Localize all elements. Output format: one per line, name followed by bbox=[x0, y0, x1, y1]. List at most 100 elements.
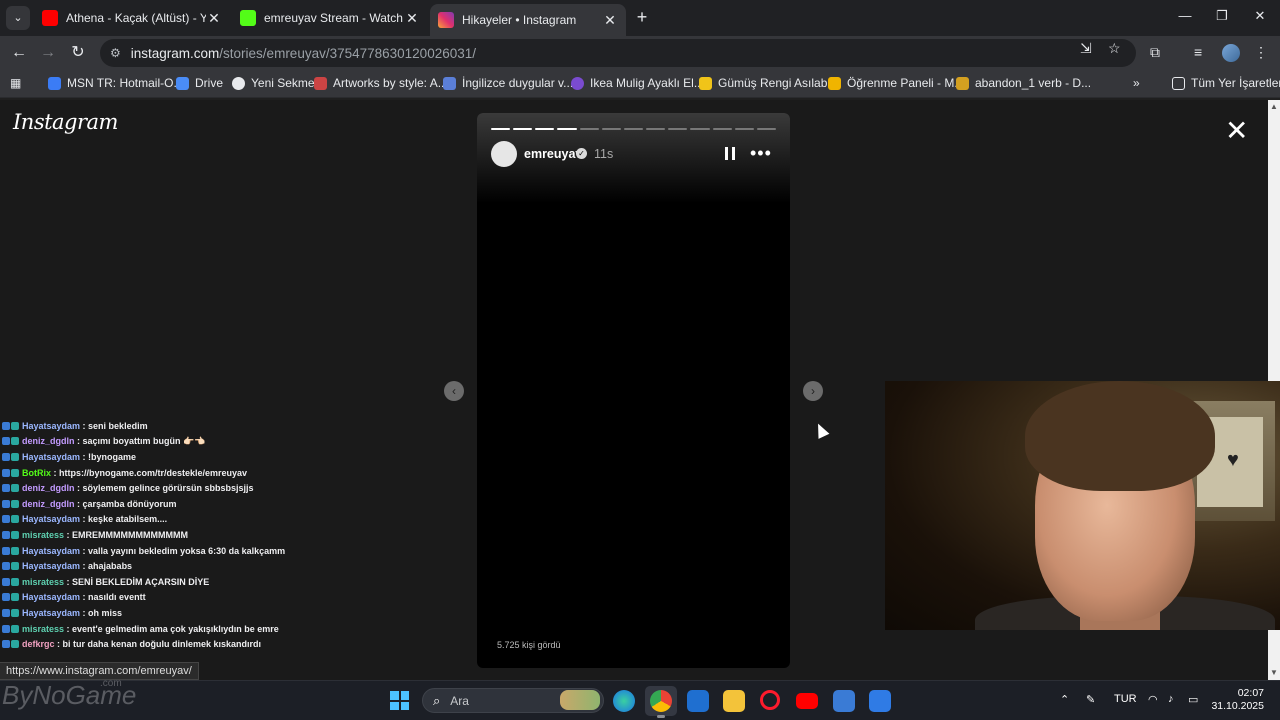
bookmark-label: Artworks by style: A... bbox=[333, 76, 448, 90]
bookmark-item[interactable]: Öğrenme Paneli - M... bbox=[828, 76, 964, 90]
previous-story-button[interactable]: ‹ bbox=[444, 381, 464, 401]
youtube-icon bbox=[42, 10, 58, 26]
chat-username[interactable]: deniz_dgdln bbox=[22, 499, 75, 509]
pen-icon[interactable]: ✎ bbox=[1086, 693, 1095, 706]
chat-message: deniz_dgdln : söylemem gelince görürsün … bbox=[2, 480, 332, 496]
chat-username[interactable]: deniz_dgdln bbox=[22, 483, 75, 493]
back-button[interactable]: ← bbox=[8, 42, 30, 64]
pause-icon[interactable] bbox=[725, 147, 735, 160]
address-bar[interactable]: ⚙ instagram.com/stories/emreuyav/3754778… bbox=[100, 39, 1136, 67]
bookmark-item[interactable]: Yeni Sekme bbox=[232, 76, 315, 90]
battery-icon[interactable]: ▭ bbox=[1188, 693, 1198, 706]
story-progress-segment bbox=[601, 128, 621, 130]
wifi-icon[interactable]: ◠ bbox=[1148, 693, 1158, 706]
chat-username[interactable]: Hayatsaydam bbox=[22, 546, 80, 556]
volume-icon[interactable]: ♪ bbox=[1168, 693, 1174, 705]
chat-username[interactable]: Hayatsaydam bbox=[22, 421, 80, 431]
mail-icon[interactable] bbox=[869, 690, 891, 712]
edge-icon[interactable] bbox=[613, 690, 635, 712]
chat-separator: : bbox=[80, 545, 89, 556]
bookmarks-overflow-button[interactable]: » bbox=[1133, 76, 1140, 90]
all-bookmarks[interactable]: Tüm Yer İşaretleri bbox=[1172, 76, 1280, 90]
instagram-logo[interactable]: Instagram bbox=[13, 110, 118, 134]
search-highlight-image[interactable] bbox=[560, 690, 600, 710]
chat-username[interactable]: misratess bbox=[22, 624, 64, 634]
bookmark-item[interactable]: Ikea Mulig Ayaklı El... bbox=[571, 76, 704, 90]
scroll-down-icon[interactable]: ▼ bbox=[1270, 668, 1278, 677]
chat-badge-icon bbox=[11, 562, 19, 571]
chat-badge-icon bbox=[11, 593, 19, 602]
bookmark-item[interactable]: Gümüş Rengi Asılab... bbox=[699, 76, 837, 90]
chrome-icon[interactable] bbox=[650, 690, 672, 712]
more-options-icon[interactable]: ••• bbox=[750, 143, 772, 164]
close-tab-icon[interactable]: ✕ bbox=[404, 10, 420, 27]
chat-username[interactable]: defkrgc bbox=[22, 639, 55, 649]
install-app-icon[interactable]: ⇲ bbox=[1080, 40, 1092, 57]
close-window-button[interactable]: ✕ bbox=[1250, 8, 1270, 28]
tab-kick[interactable]: emreuyav Stream - Watch Live on Kick ✕ bbox=[232, 4, 428, 32]
scroll-up-icon[interactable]: ▲ bbox=[1270, 102, 1278, 111]
store-icon[interactable] bbox=[833, 690, 855, 712]
chat-badge-icon bbox=[11, 515, 19, 524]
bookmark-item[interactable]: İngilizce duygular v... bbox=[443, 76, 573, 90]
msn-icon bbox=[48, 76, 61, 90]
chat-username[interactable]: Hayatsaydam bbox=[22, 514, 80, 524]
windows-start-icon[interactable] bbox=[390, 691, 409, 710]
extensions-icon[interactable]: ⧉ bbox=[1150, 44, 1160, 61]
viewer-count[interactable]: 5.725 kişi gördü bbox=[497, 640, 561, 650]
folder-icon bbox=[1172, 76, 1185, 90]
chat-message: Hayatsaydam : ahajababs bbox=[2, 558, 332, 574]
story-progress-segment bbox=[623, 128, 644, 130]
tab-youtube[interactable]: Athena - Kaçak (Altüst) - YouTube ✕ bbox=[34, 4, 230, 32]
site-info-icon[interactable]: ⚙ bbox=[110, 46, 121, 60]
chat-badge-icon bbox=[2, 452, 10, 461]
drive-icon bbox=[176, 76, 189, 90]
story-viewer[interactable]: emreuyav ✓ 11s ••• 5.725 kişi gördü bbox=[477, 113, 790, 668]
opera-icon[interactable] bbox=[760, 690, 780, 710]
chat-username[interactable]: Hayatsaydam bbox=[22, 561, 80, 571]
outlook-icon[interactable] bbox=[687, 690, 709, 712]
forward-button[interactable]: → bbox=[37, 42, 59, 64]
chat-username[interactable]: Hayatsaydam bbox=[22, 452, 80, 462]
bookmark-item[interactable]: Artworks by style: A... bbox=[314, 76, 448, 90]
chat-badge-icon bbox=[11, 484, 19, 493]
close-tab-icon[interactable]: ✕ bbox=[206, 10, 222, 27]
youtube-icon[interactable] bbox=[796, 693, 818, 709]
avatar[interactable] bbox=[491, 141, 517, 167]
profile-avatar[interactable] bbox=[1222, 44, 1240, 62]
tray-overflow-icon[interactable]: ⌃ bbox=[1060, 693, 1069, 706]
next-story-button[interactable]: › bbox=[803, 381, 823, 401]
chat-text: keşke atabilsem.... bbox=[88, 514, 168, 525]
chat-username[interactable]: BotRix bbox=[22, 468, 51, 478]
tab-title: emreuyav Stream - Watch Live on Kick bbox=[264, 11, 404, 25]
media-control-icon[interactable]: ≡ bbox=[1194, 44, 1202, 60]
minimize-button[interactable]: — bbox=[1175, 8, 1195, 28]
tab-search-chevron-icon[interactable]: ⌄ bbox=[6, 6, 30, 30]
chat-username[interactable]: Hayatsaydam bbox=[22, 592, 80, 602]
close-tab-icon[interactable]: ✕ bbox=[602, 12, 618, 29]
tab-instagram[interactable]: Hikayeler • Instagram ✕ bbox=[430, 4, 626, 36]
chat-username[interactable]: Hayatsaydam bbox=[22, 608, 80, 618]
chat-username[interactable]: misratess bbox=[22, 577, 64, 587]
reload-button[interactable]: ↻ bbox=[67, 42, 89, 64]
chat-badge-icon bbox=[11, 624, 19, 633]
apps-icon[interactable]: ▦ bbox=[10, 76, 21, 90]
bookmark-label: Ikea Mulig Ayaklı El... bbox=[590, 76, 704, 90]
chat-separator: : bbox=[64, 576, 73, 587]
menu-icon[interactable]: ⋮ bbox=[1254, 44, 1268, 61]
bookmark-star-icon[interactable]: ☆ bbox=[1108, 40, 1121, 57]
clock[interactable]: 02:07 31.10.2025 bbox=[1210, 687, 1264, 713]
language-indicator[interactable]: TUR bbox=[1114, 693, 1137, 705]
chat-username[interactable]: deniz_dgdln bbox=[22, 436, 75, 446]
new-tab-button[interactable]: + bbox=[632, 6, 652, 30]
restore-button[interactable]: ❐ bbox=[1212, 8, 1232, 28]
chat-badge-icon bbox=[2, 515, 10, 524]
chat-username[interactable]: misratess bbox=[22, 530, 64, 540]
bookmark-item[interactable]: abandon_1 verb - D... bbox=[956, 76, 1091, 90]
file-explorer-icon[interactable] bbox=[723, 690, 745, 712]
bookmark-item[interactable]: Drive bbox=[176, 76, 223, 90]
bookmark-item[interactable]: MSN TR: Hotmail-O... bbox=[48, 76, 183, 90]
story-username[interactable]: emreuyav bbox=[524, 147, 582, 161]
close-story-button[interactable]: ✕ bbox=[1225, 117, 1248, 145]
chat-message: Hayatsaydam : seni bekledim bbox=[2, 418, 332, 434]
